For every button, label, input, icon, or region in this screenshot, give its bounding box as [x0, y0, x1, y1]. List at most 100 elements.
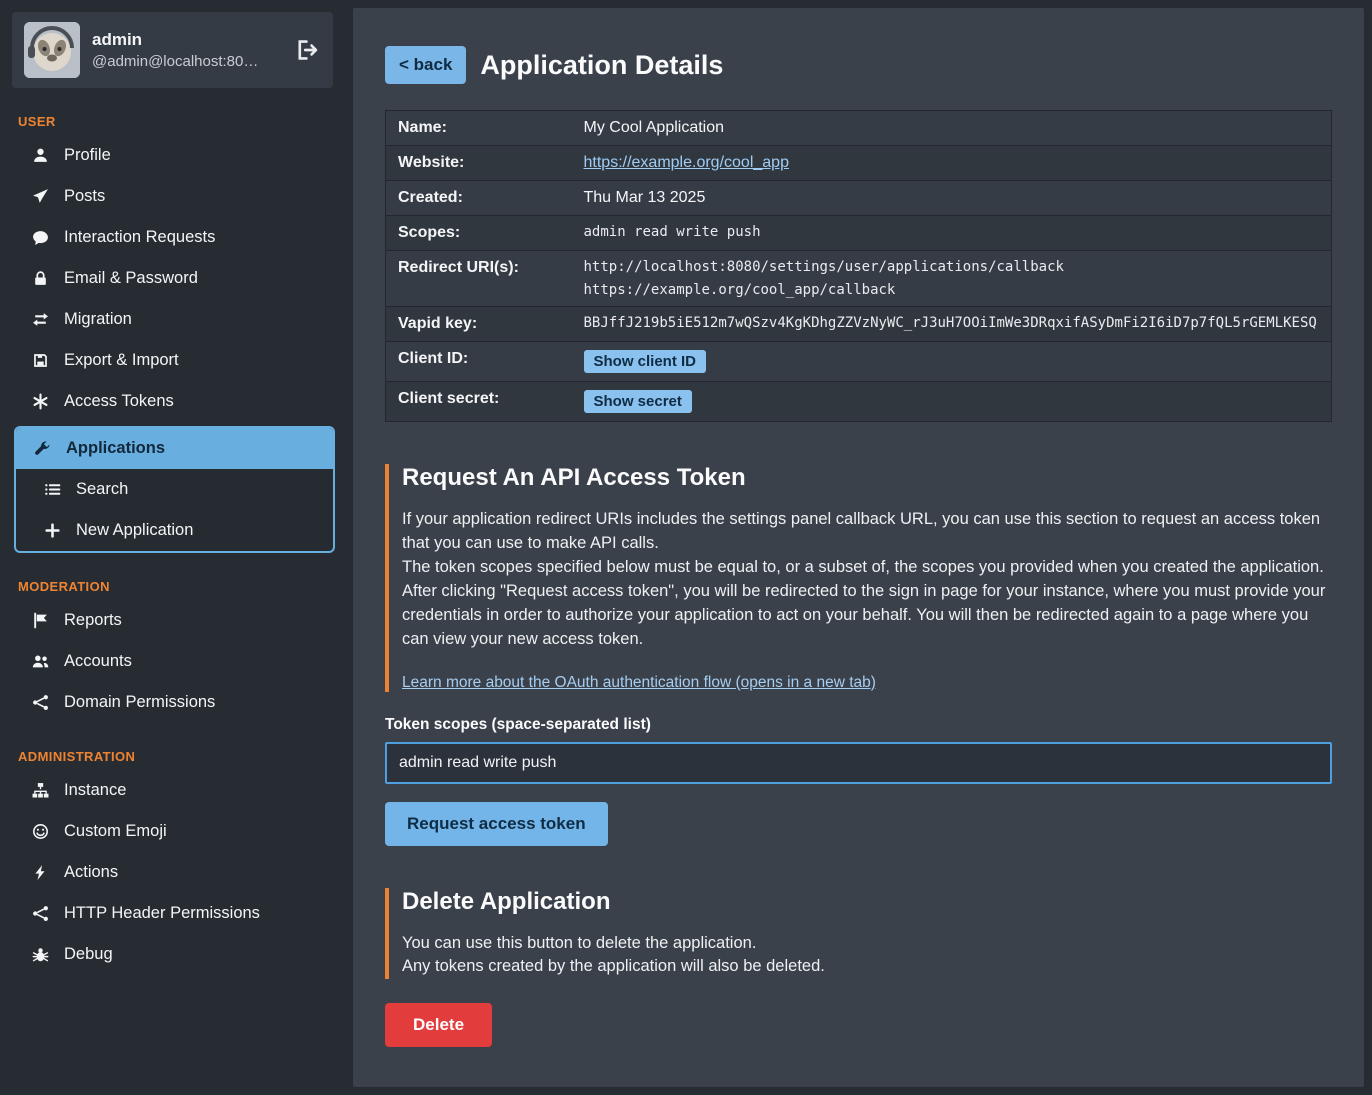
sidebar-item-label: Applications [66, 439, 165, 458]
sidebar-item-interaction-requests[interactable]: Interaction Requests [0, 217, 345, 258]
detail-label: Vapid key: [386, 307, 572, 342]
detail-value: My Cool Application [572, 111, 1332, 146]
token-scopes-form: Token scopes (space-separated list) Requ… [385, 716, 1332, 846]
delete-section-paragraph: Any tokens created by the application wi… [402, 955, 1332, 979]
plus-icon [42, 522, 62, 539]
sidebar-item-label: New Application [76, 521, 193, 540]
detail-row-scopes: Scopes: admin read write push [386, 216, 1332, 251]
sidebar-item-new-application[interactable]: New Application [16, 510, 333, 551]
detail-label: Name: [386, 111, 572, 146]
sidebar-nav: USERProfilePostsInteraction RequestsEmai… [0, 114, 345, 975]
sidebar-item-instance[interactable]: Instance [0, 770, 345, 811]
sidebar-item-search[interactable]: Search [16, 469, 333, 510]
token-section-title: Request An API Access Token [402, 464, 1332, 492]
token-section: Request An API Access Token If your appl… [385, 464, 1332, 692]
sidebar-group-applications: Applications Search New Application [14, 426, 335, 553]
sidebar-item-label: HTTP Header Permissions [64, 904, 260, 923]
sidebar-item-label: Debug [64, 945, 113, 964]
padlock-icon [30, 270, 50, 287]
list-icon [42, 481, 62, 498]
show-client-id-button[interactable]: Show client ID [584, 350, 707, 373]
sidebar-item-label: Actions [64, 863, 118, 882]
detail-mono-value: admin read write push [584, 224, 1320, 240]
redirect-uri: http://localhost:8080/settings/user/appl… [584, 259, 1320, 275]
website-link[interactable]: https://example.org/cool_app [584, 154, 789, 171]
sidebar-item-label: Instance [64, 781, 126, 800]
redirect-uri: https://example.org/cool_app/callback [584, 282, 1320, 298]
sidebar-item-export-import[interactable]: Export & Import [0, 340, 345, 381]
page-title: Application Details [480, 50, 723, 81]
token-section-text: If your application redirect URIs includ… [402, 508, 1332, 652]
detail-row-name: Name:My Cool Application [386, 111, 1332, 146]
detail-row-vapid-key: Vapid key: BBJffJ219b5iE512m7wQSzv4KgKDhg… [386, 307, 1332, 342]
sidebar-item-label: Domain Permissions [64, 693, 215, 712]
user-handle: @admin@localhost:80… [92, 53, 281, 70]
oauth-docs-link[interactable]: Learn more about the OAuth authenticatio… [402, 674, 876, 692]
detail-mono-value: BBJffJ219b5iE512m7wQSzv4KgKDhgZZVzNyWC_r… [584, 315, 1320, 331]
token-section-paragraph: After clicking "Request access token", y… [402, 580, 1332, 652]
detail-value: Show client ID [572, 342, 1332, 382]
detail-label: Client ID: [386, 342, 572, 382]
bug-icon [30, 946, 50, 963]
sidebar-item-label: Search [76, 480, 128, 499]
exchange-arrows-icon [30, 311, 50, 328]
sidebar-item-profile[interactable]: Profile [0, 135, 345, 176]
detail-row-client-secret: Client secret: Show secret [386, 382, 1332, 422]
detail-label: Website: [386, 146, 572, 181]
app-root: admin @admin@localhost:80… USERProfilePo… [0, 0, 1372, 1095]
detail-row-created: Created:Thu Mar 13 2025 [386, 181, 1332, 216]
user-meta: admin @admin@localhost:80… [92, 30, 281, 70]
sidebar-item-migration[interactable]: Migration [0, 299, 345, 340]
request-access-token-button[interactable]: Request access token [385, 802, 608, 846]
delete-section-paragraph: You can use this button to delete the ap… [402, 932, 1332, 956]
wrench-icon [32, 440, 52, 457]
sidebar-item-label: Custom Emoji [64, 822, 167, 841]
sidebar-item-custom-emoji[interactable]: Custom Emoji [0, 811, 345, 852]
token-section-paragraph: If your application redirect URIs includ… [402, 508, 1332, 556]
sidebar-item-label: Access Tokens [64, 392, 174, 411]
detail-label: Redirect URI(s): [386, 251, 572, 307]
detail-value: https://example.org/cool_app [572, 146, 1332, 181]
token-scopes-label: Token scopes (space-separated list) [385, 716, 1332, 734]
token-section-paragraph: The token scopes specified below must be… [402, 556, 1332, 580]
show-secret-button[interactable]: Show secret [584, 390, 692, 413]
sidebar-item-access-tokens[interactable]: Access Tokens [0, 381, 345, 422]
sidebar-item-reports[interactable]: Reports [0, 600, 345, 641]
smiley-icon [30, 823, 50, 840]
user-icon [30, 147, 50, 164]
sidebar-item-label: Migration [64, 310, 132, 329]
detail-row-client-id: Client ID: Show client ID [386, 342, 1332, 382]
detail-label: Scopes: [386, 216, 572, 251]
delete-section-title: Delete Application [402, 888, 1332, 916]
token-scopes-input[interactable] [385, 742, 1332, 784]
user-card[interactable]: admin @admin@localhost:80… [12, 12, 333, 88]
sidebar-item-domain-permissions[interactable]: Domain Permissions [0, 682, 345, 723]
sidebar-item-accounts[interactable]: Accounts [0, 641, 345, 682]
delete-section: Delete Application You can use this butt… [385, 888, 1332, 980]
bolt-icon [30, 864, 50, 881]
users-icon [30, 653, 50, 670]
detail-label: Client secret: [386, 382, 572, 422]
main-area: < back Application Details Name:My Cool … [345, 0, 1372, 1095]
comment-icon [30, 229, 50, 246]
detail-value: admin read write push [572, 216, 1332, 251]
sidebar-item-label: Posts [64, 187, 105, 206]
sidebar-item-debug[interactable]: Debug [0, 934, 345, 975]
detail-value: http://localhost:8080/settings/user/appl… [572, 251, 1332, 307]
sidebar-item-email-password[interactable]: Email & Password [0, 258, 345, 299]
flag-icon [30, 612, 50, 629]
avatar [24, 22, 80, 78]
sidebar-item-posts[interactable]: Posts [0, 176, 345, 217]
signout-icon[interactable] [293, 36, 321, 64]
sidebar-item-label: Email & Password [64, 269, 198, 288]
sidebar-item-http-header-permissions[interactable]: HTTP Header Permissions [0, 893, 345, 934]
sidebar-item-label: Reports [64, 611, 122, 630]
sidebar-section-moderation: MODERATION [0, 579, 345, 594]
back-button[interactable]: < back [385, 46, 466, 84]
sidebar-section-administration: ADMINISTRATION [0, 749, 345, 764]
paper-plane-icon [30, 188, 50, 205]
sidebar-item-applications[interactable]: Applications [16, 428, 333, 469]
sidebar-item-actions[interactable]: Actions [0, 852, 345, 893]
network-share-icon [30, 905, 50, 922]
share-nodes-icon [30, 694, 50, 711]
